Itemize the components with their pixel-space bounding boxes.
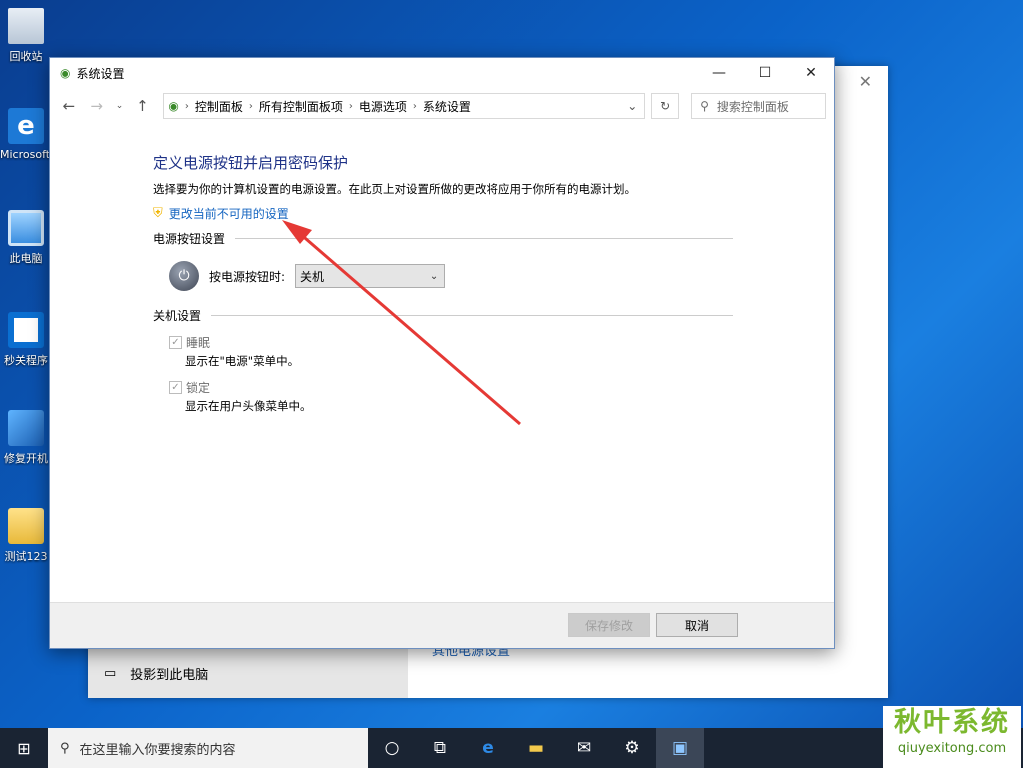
mail-icon[interactable]: ✉ (560, 728, 608, 768)
file-explorer-icon[interactable]: ▬ (512, 728, 560, 768)
search-icon: ⚲ (60, 740, 70, 756)
settings-icon[interactable]: ⚙ (608, 728, 656, 768)
cortana-icon[interactable]: ○ (368, 728, 416, 768)
edge-icon[interactable]: e (464, 728, 512, 768)
control-panel-icon[interactable]: ▣ (656, 728, 704, 768)
watermark-logo: 秋叶系统 qiuyexitong.com (883, 706, 1021, 768)
task-view-icon[interactable]: ⧉ (416, 728, 464, 768)
arrow-shaft (297, 230, 521, 426)
taskbar: ⊞ ⚲ 在这里输入你要搜索的内容 ○ ⧉ e ▬ ✉ ⚙ ▣ ⌃ 🖧 🔊 英 (0, 728, 1023, 768)
taskbar-search[interactable]: ⚲ 在这里输入你要搜索的内容 (48, 728, 368, 768)
start-button[interactable]: ⊞ (0, 728, 48, 768)
annotation-arrow (282, 220, 521, 426)
